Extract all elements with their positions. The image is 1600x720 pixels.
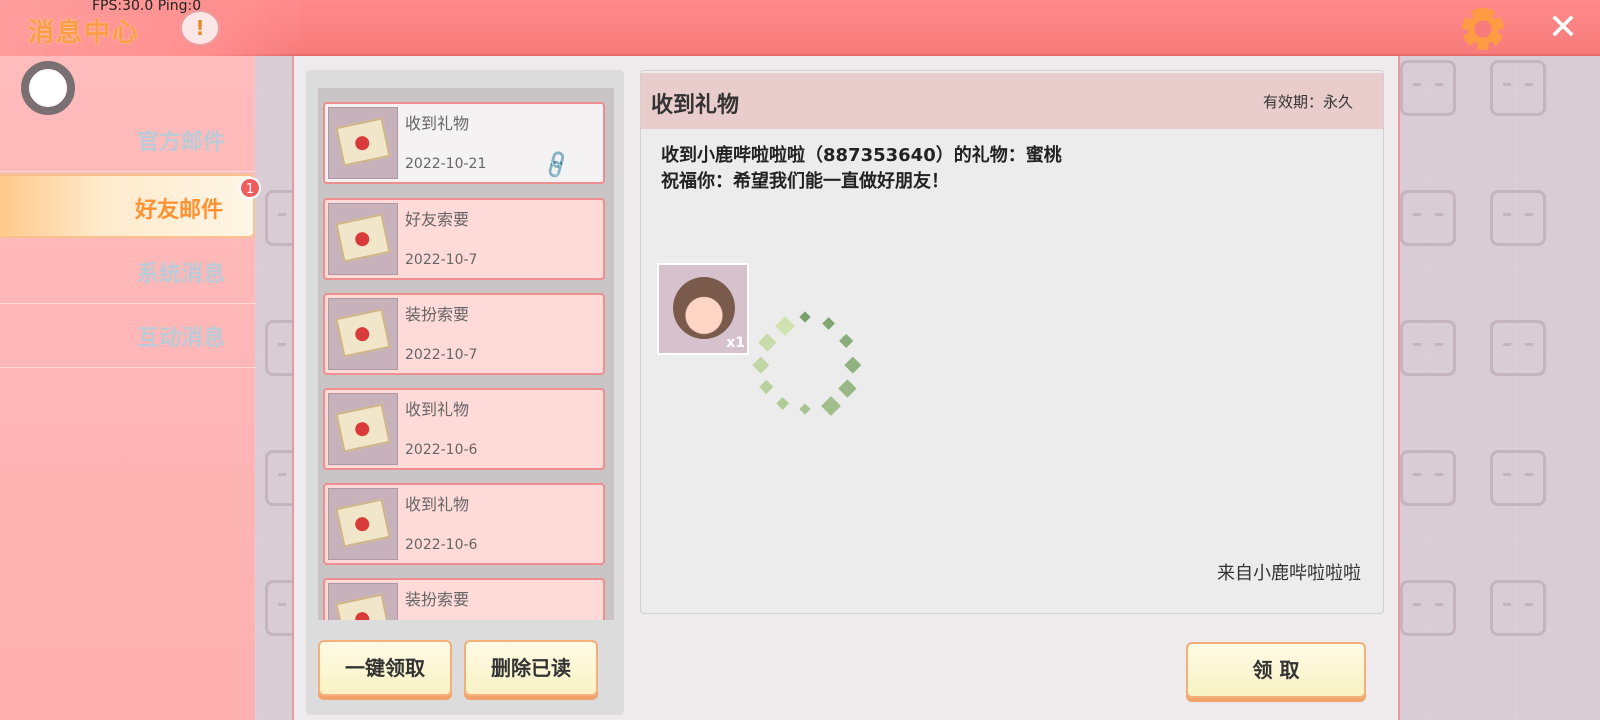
background-pattern-icon: [1400, 450, 1456, 506]
background-pattern-icon: [1490, 320, 1546, 376]
mail-detail-header: 收到礼物 有效期：永久: [641, 73, 1383, 129]
notice-icon[interactable]: !: [180, 10, 220, 46]
claim-all-button[interactable]: 一键领取: [318, 640, 452, 696]
spinner-dot: [752, 356, 769, 373]
envelope-icon: [335, 308, 391, 358]
mail-thumbnail: [328, 393, 398, 465]
mail-list[interactable]: 收到礼物 2022-10-21 🔗 好友索要 2022-10-7 装扮索要 20…: [318, 88, 614, 620]
envelope-icon: [335, 498, 391, 548]
mail-date: 2022-10-6: [405, 537, 478, 553]
mail-date: 2022-10-21: [405, 156, 487, 172]
sidebar-item-friend-mail[interactable]: 好友邮件: [0, 174, 255, 238]
background-pattern-icon: [1400, 320, 1456, 376]
delete-read-button[interactable]: 删除已读: [464, 640, 598, 696]
mail-title: 收到礼物: [405, 495, 470, 514]
mail-title: 好友索要: [405, 210, 470, 229]
mail-title: 收到礼物: [405, 400, 470, 419]
validity-text: 有效期：永久: [1262, 93, 1353, 111]
mail-title: 收到礼物: [405, 114, 470, 133]
mail-detail-panel: 收到礼物 有效期：永久 收到小鹿哔啦啦啦（887353640）的礼物：蜜桃 祝福…: [640, 70, 1384, 614]
spinner-dot: [758, 333, 777, 352]
mail-date: 2022-10-7: [405, 347, 478, 363]
close-icon[interactable]: ✕: [1543, 8, 1583, 48]
sidebar-item-official-mail[interactable]: 官方邮件: [0, 108, 255, 172]
mail-date: 2022-10-7: [405, 252, 478, 268]
page-title: 消息中心: [28, 18, 141, 48]
background-pattern-icon: [1490, 580, 1546, 636]
sender-signature: 来自小鹿哔啦啦啦: [1217, 563, 1361, 584]
background-pattern-icon: [1400, 580, 1456, 636]
mail-date: 2022-10-6: [405, 442, 478, 458]
spinner-dot: [838, 379, 857, 398]
mail-item[interactable]: 装扮索要: [323, 578, 605, 620]
envelope-icon: [335, 593, 391, 620]
sidebar-item-label: 互动消息: [136, 326, 225, 351]
gift-count: x1: [726, 335, 745, 351]
spinner-dot: [844, 356, 861, 373]
envelope-icon: [335, 213, 391, 263]
mail-body-line: 祝福你：希望我们能一直做好朋友！: [661, 171, 949, 192]
mail-title: 装扮索要: [405, 305, 470, 324]
attachment-clip-icon: 🔗: [539, 147, 574, 182]
mail-thumbnail: [328, 203, 398, 275]
background-pattern-icon: [1490, 450, 1546, 506]
avatar[interactable]: [21, 61, 75, 115]
top-bar: 消息中心 FPS:30.0 Ping:0 ! ✕: [0, 0, 1600, 56]
mail-item[interactable]: 收到礼物 2022-10-6: [323, 388, 605, 470]
envelope-icon: [335, 403, 391, 453]
spinner-dot: [776, 396, 790, 410]
gift-item-image: [673, 277, 735, 339]
mail-thumbnail: [328, 107, 398, 179]
mail-thumbnail: [328, 298, 398, 370]
gear-icon[interactable]: [1462, 8, 1504, 50]
spinner-dot: [799, 311, 811, 323]
spinner-dot: [775, 316, 795, 337]
mail-item[interactable]: 收到礼物 2022-10-6: [323, 483, 605, 565]
mail-body-line: 收到小鹿哔啦啦啦（887353640）的礼物：蜜桃: [661, 145, 1062, 166]
background-pattern-icon: [1400, 190, 1456, 246]
background-pattern-icon: [1490, 60, 1546, 116]
spinner-dot: [821, 395, 841, 416]
spinner-dot: [759, 379, 774, 395]
fps-readout: FPS:30.0 Ping:0: [92, 0, 202, 14]
claim-button[interactable]: 领 取: [1186, 642, 1366, 698]
sidebar-item-label: 系统消息: [136, 262, 225, 287]
mail-item[interactable]: 收到礼物 2022-10-21 🔗: [323, 102, 605, 184]
spinner-dot: [822, 317, 836, 331]
spinner-dot: [799, 403, 811, 415]
envelope-icon: [335, 117, 391, 167]
background-pattern-icon: [1400, 60, 1456, 116]
spinner-dot: [838, 333, 854, 349]
gift-item-slot[interactable]: x1: [657, 263, 749, 355]
mail-title: 装扮索要: [405, 590, 470, 609]
sidebar-item-interaction-messages[interactable]: 互动消息: [0, 304, 255, 368]
mail-item[interactable]: 好友索要 2022-10-7: [323, 198, 605, 280]
sidebar-item-label: 官方邮件: [136, 130, 225, 155]
mail-detail-title: 收到礼物: [651, 93, 740, 118]
background-pattern-icon: [1490, 190, 1546, 246]
mail-item[interactable]: 装扮索要 2022-10-7: [323, 293, 605, 375]
unread-badge: 1: [239, 177, 261, 199]
mail-body: 收到小鹿哔啦啦啦（887353640）的礼物：蜜桃 祝福你：希望我们能一直做好朋…: [661, 143, 1062, 195]
sidebar-item-label: 好友邮件: [134, 198, 223, 223]
sidebar-item-system-messages[interactable]: 系统消息: [0, 240, 255, 304]
mail-thumbnail: [328, 488, 398, 560]
mail-thumbnail: [328, 583, 398, 620]
